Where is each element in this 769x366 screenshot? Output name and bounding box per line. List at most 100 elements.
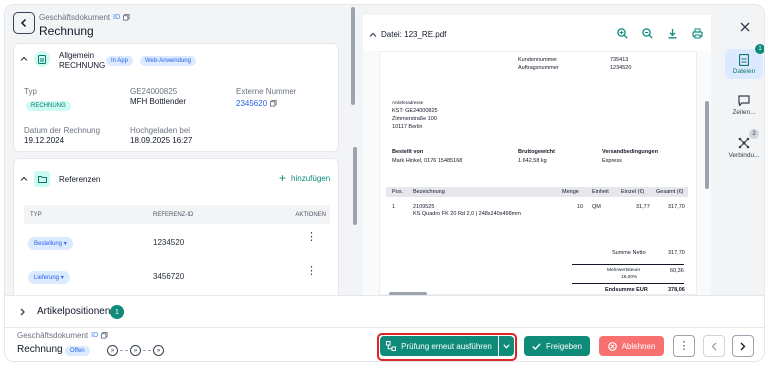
pdf-address-title: Anlieferadresse	[392, 100, 424, 105]
tag-in-app: In App	[106, 56, 134, 66]
previous-button[interactable]	[703, 335, 725, 357]
id-link[interactable]: ID	[113, 14, 120, 21]
next-button[interactable]	[732, 335, 754, 357]
pdf-col-header: Bezeichnung	[413, 189, 445, 195]
chevron-right-icon	[740, 342, 746, 350]
footer-id-link[interactable]: ID	[91, 332, 98, 339]
pdf-info-head: Versandbedingungen	[602, 149, 658, 155]
pdf-info-value: 1.642,58 kg	[518, 158, 547, 164]
uploaded-date: 18.09.2025 16:27	[130, 136, 193, 145]
status-badge: Offen	[65, 346, 90, 356]
external-number-label: Externe Nummer	[236, 87, 297, 96]
right-rail: Dateien 1 Zeilen... Verbindu... 2	[721, 5, 764, 295]
preview-file[interactable]: Datei: 123_RE.pdf	[369, 30, 446, 39]
external-number: 2345620	[236, 99, 277, 108]
add-reference-label: hinzufügen	[291, 173, 331, 183]
rerun-dropdown-button[interactable]	[499, 336, 514, 356]
rail-item-rows[interactable]: Zeilen...	[725, 95, 763, 116]
step-connector	[143, 350, 151, 351]
zoom-out-icon[interactable]	[642, 28, 653, 39]
pdf-divider	[572, 283, 684, 284]
column-header-ref-id: REFERENZ-ID	[153, 212, 194, 218]
copy-icon[interactable]	[270, 100, 277, 107]
supplier-name: MFH Bottlender	[130, 97, 187, 106]
pdf-item-qty: 10	[577, 204, 584, 210]
step-icon: »	[130, 345, 141, 356]
pdf-item-desc: 2109525	[413, 204, 435, 210]
chevron-down-icon	[503, 343, 510, 349]
back-button[interactable]	[13, 12, 35, 34]
chevron-left-icon	[20, 18, 27, 28]
invoice-date-label: Datum der Rechnung	[24, 126, 101, 135]
pdf-text: Kundennummer	[518, 57, 558, 63]
chevron-up-icon	[369, 32, 377, 37]
pdf-info-value: Mark Hinkel, 0176 15485168	[392, 158, 463, 164]
breadcrumb-label: Geschäftsdokument	[39, 13, 111, 22]
caret-down-icon: ▾	[63, 241, 67, 247]
step-connector	[120, 350, 128, 351]
workflow-steps: » » »	[107, 345, 164, 356]
document-number: GE24000825	[130, 87, 178, 96]
more-actions-icon[interactable]: ⋮	[306, 232, 317, 243]
pdf-col-header: Menge	[562, 189, 579, 195]
copy-icon[interactable]	[123, 14, 130, 21]
references-title: Referenzen	[59, 175, 101, 184]
pdf-summary-value: 60,36	[670, 268, 684, 274]
pdf-address-line: KST: GE24000825	[392, 108, 438, 114]
zoom-in-icon[interactable]	[617, 28, 628, 39]
pdf-summary-value: 378,06	[668, 287, 685, 293]
preview-filename: Datei: 123_RE.pdf	[381, 30, 447, 39]
external-number-link[interactable]: 2345620	[236, 99, 267, 108]
positions-row[interactable]: Artikelpositionen 1	[5, 296, 764, 328]
chevron-up-icon[interactable]	[20, 55, 28, 63]
chevron-left-icon	[711, 342, 717, 350]
close-icon[interactable]	[740, 22, 750, 32]
connections-count-badge: 2	[749, 129, 759, 139]
more-menu-button[interactable]: ⋮	[673, 335, 695, 357]
ref-type-dropdown[interactable]: Bestellung ▾	[28, 237, 73, 250]
rerun-check-label: Prüfung erneut ausführen	[401, 341, 492, 351]
page-header: Geschäftsdokument ID Rechnung	[5, 5, 350, 43]
chevron-right-icon	[20, 308, 25, 316]
copy-icon[interactable]	[101, 332, 108, 339]
print-icon[interactable]	[692, 28, 703, 39]
column-header-type: TYP	[30, 212, 42, 218]
pdf-text: Auftragsnummer	[518, 65, 559, 71]
page-title: Rechnung	[39, 24, 94, 38]
rerun-check-button[interactable]: Prüfung erneut ausführen	[380, 336, 498, 356]
pdf-address-line: 10117 Berlin	[392, 124, 423, 130]
pdf-summary-label: Endsumme EUR	[605, 287, 648, 293]
add-reference-button[interactable]: + hinzufügen	[279, 172, 331, 184]
chevron-up-icon[interactable]	[20, 175, 28, 183]
tag-web: Web-Anwendung	[140, 56, 196, 66]
invoice-date: 19.12.2024	[24, 136, 65, 145]
rail-rows-label: Zeilen...	[732, 109, 756, 116]
preview-header: Datei: 123_RE.pdf	[363, 15, 711, 51]
pdf-col-header: Einheit	[592, 189, 609, 195]
reject-icon	[607, 341, 617, 351]
footer-breadcrumb-label: Geschäftsdokument	[17, 331, 89, 340]
rail-item-connections[interactable]: Verbindu... 2	[725, 129, 763, 159]
step-icon: »	[107, 345, 118, 356]
general-doc-type: RECHNUNG	[59, 61, 106, 70]
reject-label: Ablehnen	[621, 341, 656, 351]
rail-connections-label: Verbindu...	[728, 152, 760, 159]
references-card: Referenzen + hinzufügen TYP REFERENZ-ID …	[13, 158, 339, 295]
table-row: Bestellung ▾ 1234520 ⋮	[24, 231, 330, 255]
rail-item-files[interactable]: Dateien 1	[725, 44, 764, 79]
reject-button[interactable]: Ablehnen	[599, 336, 664, 356]
ref-type-dropdown[interactable]: Lieferung ▾	[28, 271, 70, 284]
ref-id: 1234520	[153, 238, 185, 247]
app-frame: Geschäftsdokument ID Rechnung Allgemein …	[4, 4, 765, 362]
pdf-address-line: Zimmerstraße 100	[392, 116, 437, 122]
references-scrollbar[interactable]	[353, 147, 357, 225]
pdf-item-unit: QM	[592, 204, 601, 210]
approve-button[interactable]: Freigeben	[524, 336, 590, 356]
pdf-info-head: Bestellt von	[392, 149, 424, 155]
more-actions-icon[interactable]: ⋮	[306, 266, 317, 277]
left-panel-scrollbar[interactable]	[351, 7, 355, 105]
download-icon[interactable]	[667, 28, 678, 39]
typ-value-badge: RECHNUNG	[26, 101, 71, 111]
files-count-badge: 1	[755, 44, 764, 54]
preview-scrollbar[interactable]	[705, 101, 709, 189]
